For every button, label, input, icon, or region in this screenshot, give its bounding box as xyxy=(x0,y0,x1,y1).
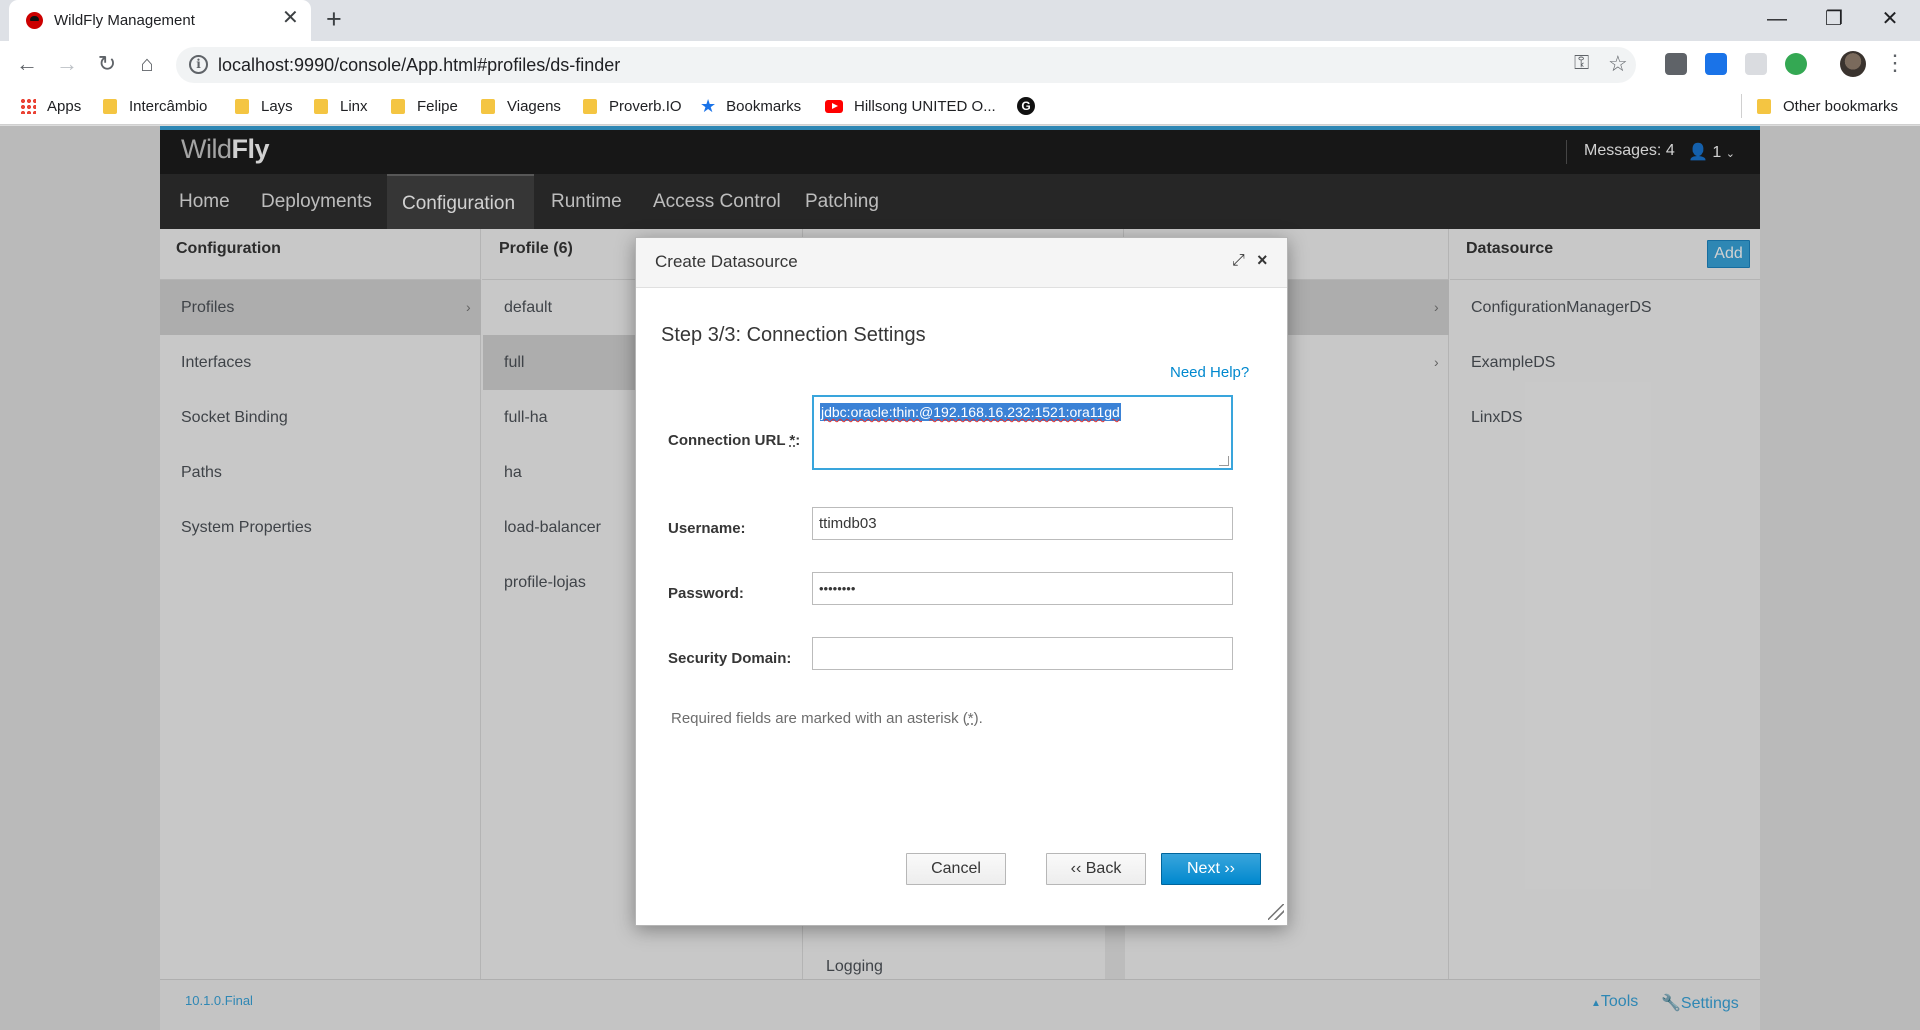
folder-icon xyxy=(1757,98,1771,114)
bookmarks-divider xyxy=(1741,94,1742,118)
site-info-icon[interactable]: i xyxy=(189,55,208,74)
cancel-button[interactable]: Cancel xyxy=(906,853,1006,885)
bookmark-apps[interactable]: Apps xyxy=(20,94,81,118)
textarea-resize-handle[interactable] xyxy=(1219,456,1229,466)
extension-chat-icon[interactable] xyxy=(1785,53,1807,75)
browser-tab[interactable]: WildFly Management ✕ xyxy=(9,0,311,41)
bookmark-other[interactable]: Other bookmarks xyxy=(1757,94,1898,118)
required-fields-note: Required fields are marked with an aster… xyxy=(671,710,983,727)
connection-url-value[interactable]: jdbc:oracle:thin:@192.168.16.232:1521:or… xyxy=(820,403,1121,421)
folder-icon xyxy=(103,98,117,114)
tab-close-icon[interactable]: ✕ xyxy=(282,8,299,28)
bookmark-proverb-io[interactable]: Proverb.IO xyxy=(583,94,682,118)
bookmark-g[interactable]: G xyxy=(1017,94,1035,118)
address-bar[interactable]: i localhost:9990/console/App.html#profil… xyxy=(176,47,1636,83)
window-maximize-button[interactable]: ❐ xyxy=(1814,4,1854,34)
window-minimize-button[interactable]: — xyxy=(1757,4,1797,34)
bookmark-hillsong[interactable]: Hillsong UNITED O... xyxy=(825,94,996,118)
folder-icon xyxy=(391,98,405,114)
browser-tab-title: WildFly Management xyxy=(54,12,195,29)
profile-avatar[interactable] xyxy=(1840,51,1866,77)
wildfly-favicon-icon xyxy=(26,12,43,29)
bookmark-lays[interactable]: Lays xyxy=(235,94,293,118)
back-arrow-icon[interactable]: ← xyxy=(12,49,42,79)
bookmark-linx[interactable]: Linx xyxy=(314,94,368,118)
home-icon[interactable]: ⌂ xyxy=(132,49,162,79)
folder-icon xyxy=(583,98,597,114)
need-help-link[interactable]: Need Help? xyxy=(1170,364,1249,381)
next-button[interactable]: Next ›› xyxy=(1161,853,1261,885)
extension-lightbulb-icon[interactable] xyxy=(1665,53,1687,75)
star-icon: ★ xyxy=(700,95,717,116)
folder-icon xyxy=(235,98,249,114)
youtube-icon xyxy=(825,99,843,113)
username-input[interactable]: ttimdb03 xyxy=(812,507,1233,540)
username-label: Username: xyxy=(668,520,746,537)
forward-arrow-icon[interactable]: → xyxy=(52,49,82,79)
bookmark-viagens[interactable]: Viagens xyxy=(481,94,561,118)
bookmark-felipe[interactable]: Felipe xyxy=(391,94,458,118)
folder-icon xyxy=(481,98,495,114)
bookmark-star-icon[interactable]: ☆ xyxy=(1608,51,1628,77)
g-icon: G xyxy=(1017,97,1035,115)
chrome-menu-icon[interactable]: ⋮ xyxy=(1884,51,1906,75)
new-tab-button[interactable]: + xyxy=(326,6,342,33)
required-asterisk: * xyxy=(789,432,796,449)
password-input[interactable]: •••••••• xyxy=(812,572,1233,605)
extension-m-icon[interactable] xyxy=(1745,53,1767,75)
bookmark-intercambio[interactable]: Intercâmbio xyxy=(103,94,207,118)
address-bar-url[interactable]: localhost:9990/console/App.html#profiles… xyxy=(218,55,620,76)
folder-icon xyxy=(314,98,328,114)
key-icon[interactable]: ⚿ xyxy=(1574,52,1589,75)
extension-trello-icon[interactable] xyxy=(1705,53,1727,75)
apps-grid-icon xyxy=(20,98,36,114)
dialog-title: Create Datasource xyxy=(655,252,798,271)
password-label: Password: xyxy=(668,585,744,602)
reload-icon[interactable]: ↻ xyxy=(92,49,122,79)
back-button[interactable]: ‹‹ Back xyxy=(1046,853,1146,885)
security-domain-input[interactable] xyxy=(812,637,1233,670)
step-title: Step 3/3: Connection Settings xyxy=(661,324,926,346)
window-close-button[interactable]: ✕ xyxy=(1870,4,1910,34)
security-domain-label: Security Domain: xyxy=(668,650,792,667)
bookmark-bookmarks[interactable]: ★ Bookmarks xyxy=(700,94,801,118)
close-icon[interactable]: × xyxy=(1257,250,1268,271)
dialog-resize-handle[interactable] xyxy=(1268,904,1284,920)
connection-url-label: Connection URL *: xyxy=(668,432,801,449)
expand-icon[interactable]: ⤢ xyxy=(1232,252,1245,270)
